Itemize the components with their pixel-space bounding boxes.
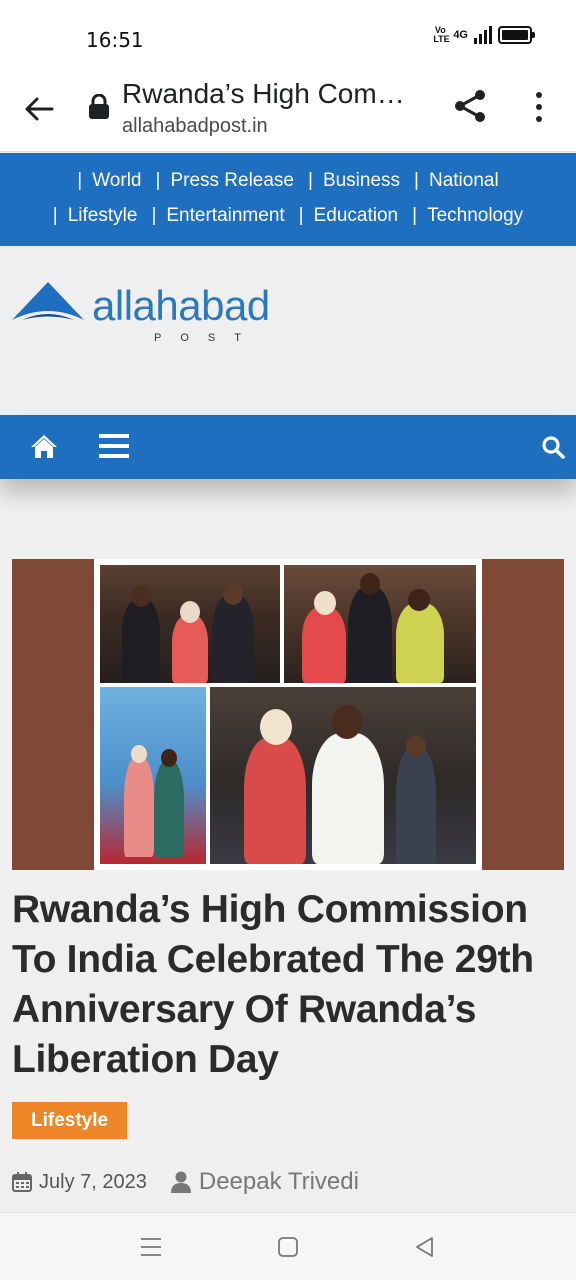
lock-icon[interactable] xyxy=(88,94,110,120)
nav-item-national[interactable]: | National xyxy=(400,170,499,192)
photo-group-2 xyxy=(284,565,476,683)
article-date[interactable]: July 7, 2023 xyxy=(39,1171,147,1194)
hamburger-menu-icon[interactable] xyxy=(99,433,129,459)
nav-item-press-release[interactable]: | Press Release xyxy=(142,170,295,192)
featured-image[interactable] xyxy=(12,559,564,870)
logo-text[interactable]: allahabad xyxy=(92,282,270,330)
signal-icon xyxy=(474,26,492,44)
status-time: 16:51 xyxy=(86,28,144,52)
nav-item-entertainment[interactable]: | Entertainment xyxy=(137,205,284,227)
browser-toolbar: Rwanda’s High Com… allahabadpost.in xyxy=(0,72,576,152)
photo-group-1 xyxy=(100,565,280,683)
page-title[interactable]: Rwanda’s High Com… xyxy=(122,78,412,110)
more-options-icon[interactable] xyxy=(530,90,548,124)
battery-icon xyxy=(498,26,535,44)
logo-subtext: POST xyxy=(154,332,260,344)
nav-item-world[interactable]: | World xyxy=(77,170,141,192)
page-domain[interactable]: allahabadpost.in xyxy=(122,115,268,138)
author-icon xyxy=(170,1171,191,1193)
article-meta: July 7, 2023 Deepak Trivedi xyxy=(12,1166,359,1198)
nav-item-business[interactable]: | Business xyxy=(294,170,400,192)
recent-apps-icon[interactable] xyxy=(140,1237,162,1257)
article-author[interactable]: Deepak Trivedi xyxy=(199,1168,359,1196)
category-nav: | World | Press Release | Business | Nationa… xyxy=(0,153,576,246)
category-nav-row-2: | Lifestyle | Entertainment | Education | Te… xyxy=(0,205,576,227)
photo-group-3 xyxy=(100,687,206,864)
status-indicators: Vo LTE 4G xyxy=(433,25,535,44)
back-arrow-icon[interactable] xyxy=(22,92,56,126)
nav-item-lifestyle[interactable]: | Lifestyle xyxy=(53,205,138,227)
search-icon[interactable] xyxy=(541,435,565,459)
home-icon[interactable] xyxy=(30,433,58,459)
logo-mark-icon[interactable] xyxy=(12,280,86,322)
category-badge[interactable]: Lifestyle xyxy=(12,1102,128,1139)
article-headline: Rwanda’s High Commission To India Celebr… xyxy=(12,888,534,1081)
photo-group-4 xyxy=(210,687,476,864)
status-bar: 16:51 Vo LTE 4G xyxy=(0,0,576,72)
share-icon[interactable] xyxy=(452,88,488,124)
site-header: allahabad POST xyxy=(0,246,576,416)
photo-collage xyxy=(94,559,482,870)
network-type: 4G xyxy=(453,29,468,41)
main-nav xyxy=(0,415,576,479)
nav-item-technology[interactable]: | Technology xyxy=(398,205,523,227)
home-button-icon[interactable] xyxy=(278,1237,298,1257)
calendar-icon xyxy=(12,1172,32,1192)
nav-item-education[interactable]: | Education xyxy=(285,205,398,227)
system-nav-bar xyxy=(0,1212,576,1280)
back-button-icon[interactable] xyxy=(414,1236,434,1258)
category-nav-row-1: | World | Press Release | Business | Nationa… xyxy=(0,170,576,192)
volte-indicator: Vo LTE xyxy=(433,25,450,44)
